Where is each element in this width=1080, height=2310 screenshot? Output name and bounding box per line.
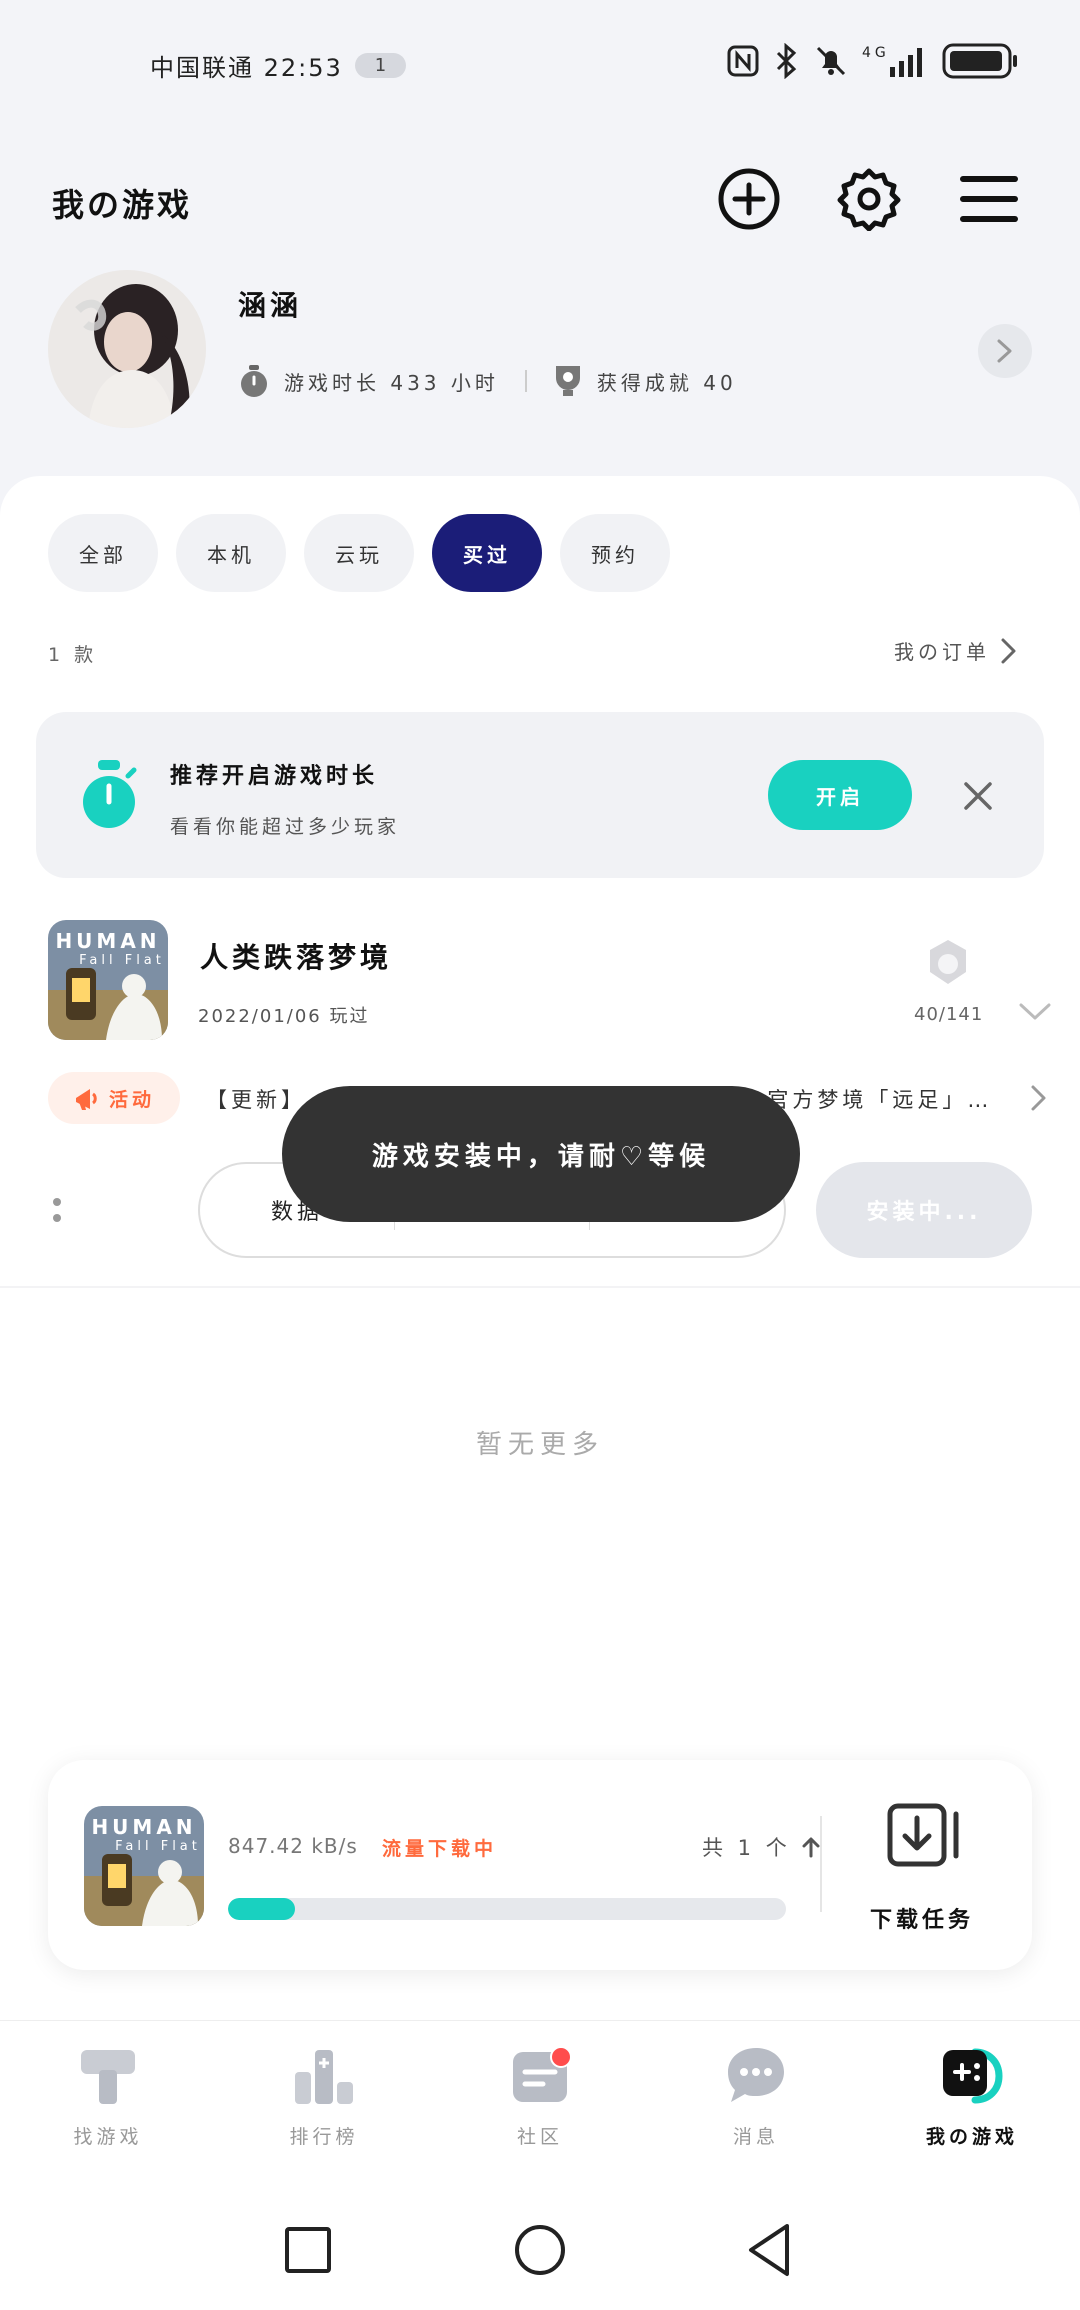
installing-button[interactable]: 安装中...	[816, 1162, 1032, 1258]
download-card-divider	[820, 1816, 822, 1912]
filter-tab-cloud[interactable]: 云玩	[304, 514, 414, 592]
gamepad-icon	[943, 2048, 1003, 2104]
dl-thumb-subtitle-text: Fall Flat	[115, 1839, 201, 1854]
signal-icon: 4G	[862, 45, 922, 77]
download-game-thumbnail: HUMAN Fall Flat	[84, 1806, 204, 1926]
dl-thumb-title-text: HUMAN	[91, 1815, 196, 1839]
download-total-count: 共 1 个	[702, 1832, 821, 1862]
banner-close-button[interactable]	[958, 776, 998, 816]
activity-text-left: 【更新】	[206, 1088, 306, 1112]
nav-item-my-games[interactable]: 我の游戏	[902, 2042, 1042, 2162]
activity-badge[interactable]: 活动	[48, 1072, 180, 1124]
battery-icon	[942, 43, 1017, 79]
game-thumbnail[interactable]: HUMAN Fall Flat	[48, 920, 168, 1040]
recent-apps-icon[interactable]	[278, 2220, 338, 2280]
thumb-subtitle-text: Fall Flat	[79, 953, 165, 968]
stopwatch-icon	[83, 760, 137, 828]
download-progress-fill	[228, 1898, 295, 1920]
add-circle-icon	[718, 168, 780, 230]
download-speed: 847.42 kB/s	[228, 1834, 358, 1858]
profile-stats: 游戏时长 433 小时 获得成就 40	[238, 364, 737, 398]
notification-count-badge: 1	[354, 53, 407, 78]
game-title[interactable]: 人类跌落梦境	[200, 936, 392, 976]
hammer-icon	[81, 2050, 135, 2104]
game-count: 1 款	[48, 644, 98, 666]
my-orders-link[interactable]: 我の订单	[894, 636, 1018, 665]
download-task-label[interactable]: 下载任务	[870, 1902, 974, 1934]
install-toast: 游戏安装中，请耐♡等候	[282, 1086, 800, 1222]
divider	[0, 1286, 1080, 1288]
nav-item-community[interactable]: 社区	[470, 2042, 610, 2162]
my-orders-label: 我の订单	[894, 640, 990, 664]
achievement-text: 获得成就 40	[596, 370, 737, 395]
carrier-time-text: 中国联通 22:53	[150, 54, 343, 82]
nav-label: 我の游戏	[925, 2126, 1018, 2148]
more-options-icon[interactable]	[50, 1196, 64, 1226]
menu-button[interactable]	[956, 166, 1022, 232]
ranking-icon	[295, 2050, 353, 2104]
gear-icon	[837, 168, 901, 231]
filter-tab-all[interactable]: 全部	[48, 514, 158, 592]
chevron-down-icon[interactable]	[1018, 1000, 1052, 1024]
achievement-icon	[930, 940, 966, 984]
message-icon	[728, 2048, 784, 2102]
back-icon[interactable]	[740, 2220, 800, 2280]
menu-icon	[960, 176, 1018, 222]
enable-playtime-button[interactable]: 开启	[768, 760, 912, 830]
banner-subtitle: 看看你能超过多少玩家	[170, 816, 401, 838]
nav-label: 排行榜	[289, 2126, 359, 2148]
username: 涵涵	[238, 289, 303, 322]
status-icons: 4G	[726, 42, 1020, 80]
network-type: 4G	[862, 45, 890, 61]
nav-label: 找游戏	[73, 2126, 143, 2148]
nav-item-ranking[interactable]: 排行榜	[254, 2042, 394, 2162]
chevron-right-icon	[1001, 638, 1016, 663]
nfc-icon	[727, 45, 759, 77]
nav-item-messages[interactable]: 消息	[686, 2042, 826, 2162]
filter-tab-purchased[interactable]: 买过	[432, 514, 542, 592]
add-game-button[interactable]	[716, 166, 782, 232]
download-status: 流量下载中	[382, 1838, 498, 1860]
bluetooth-icon	[776, 43, 797, 79]
page-title: 我の游戏	[52, 186, 193, 224]
game-played-date: 2022/01/06 玩过	[198, 1006, 370, 1027]
avatar[interactable]	[48, 270, 206, 428]
settings-button[interactable]	[836, 166, 902, 232]
nav-item-find-games[interactable]: 找游戏	[38, 2042, 178, 2162]
achievement-count: 40/141	[914, 1004, 984, 1025]
megaphone-icon	[75, 1089, 97, 1110]
thumb-title-text: HUMAN	[55, 929, 160, 953]
mute-icon	[816, 46, 846, 76]
nav-label: 社区	[516, 2126, 563, 2148]
arrow-up-icon	[802, 1837, 820, 1858]
chevron-right-icon	[997, 339, 1012, 363]
download-progress-bar	[228, 1898, 786, 1920]
filter-tab-local[interactable]: 本机	[176, 514, 286, 592]
activity-text-right: 官方梦境「远足」…	[767, 1088, 993, 1112]
filter-tab-reserved[interactable]: 预约	[560, 514, 670, 592]
chevron-right-icon[interactable]	[1030, 1084, 1048, 1112]
download-task-icon[interactable]	[886, 1802, 966, 1868]
profile-detail-button[interactable]	[978, 324, 1032, 378]
close-icon	[964, 782, 992, 810]
notification-dot	[550, 2046, 572, 2068]
stopwatch-icon	[241, 365, 267, 397]
playtime-text: 游戏时长 433 小时	[284, 370, 499, 395]
status-carrier-time: 中国联通 22:53 1	[150, 48, 407, 83]
no-more-text: 暂无更多	[475, 1430, 604, 1460]
home-icon[interactable]	[510, 2220, 570, 2280]
nav-label: 消息	[732, 2126, 779, 2148]
trophy-icon	[555, 366, 580, 396]
banner-title: 推荐开启游戏时长	[170, 764, 379, 789]
stat-divider	[524, 370, 527, 392]
activity-badge-label: 活动	[108, 1088, 155, 1111]
